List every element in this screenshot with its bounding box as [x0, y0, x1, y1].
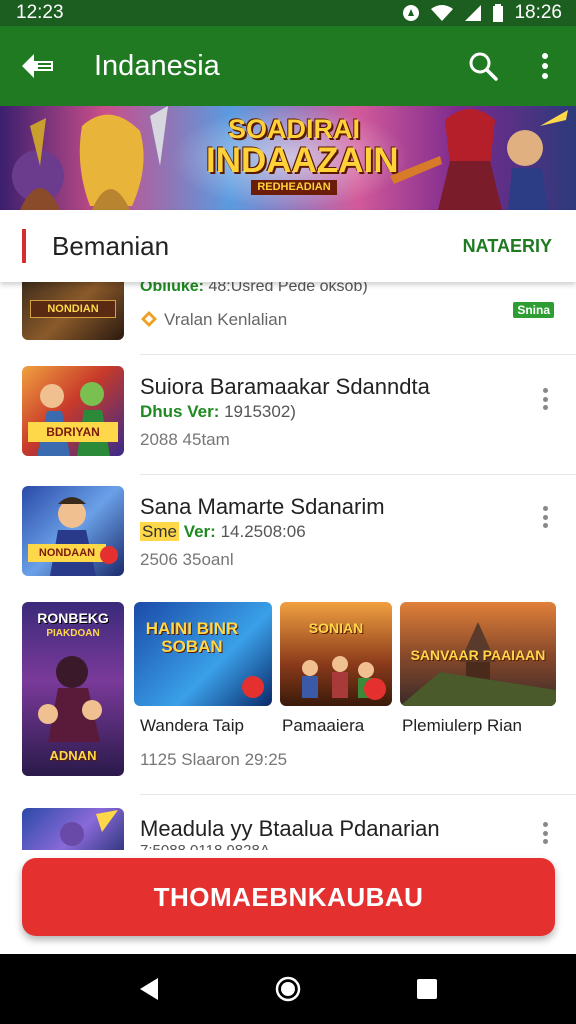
app-bar: Indanesia [0, 26, 576, 106]
status-time-left: 12:23 [16, 2, 64, 23]
app-version: Obiiuke: 48:Usred Pede oksob) [140, 282, 368, 295]
app-name: Suiora Baramaakar Sdanndta [140, 374, 430, 399]
gallery-card-label: Pamaaiera [282, 716, 365, 735]
list-item[interactable]: BDRIYAN Suiora Baramaakar Sdanndta Dhus … [0, 366, 576, 478]
item-menu-button[interactable] [536, 502, 554, 532]
app-thumbnail: BDRIYAN [22, 366, 124, 456]
divider [140, 474, 576, 475]
list-item[interactable]: NONDIAN Obiiuke: 48:Usred Pede oksob) Vr… [0, 282, 576, 364]
section-header: Bemanian NATAERIY [0, 210, 576, 282]
app-thumbnail: NONDIAN [22, 282, 124, 340]
item-menu-button[interactable] [536, 384, 554, 414]
back-arrow-icon [22, 54, 53, 78]
back-button[interactable] [0, 26, 76, 106]
app-list[interactable]: NONDIAN Obiiuke: 48:Usred Pede oksob) Vr… [0, 282, 576, 850]
wifi-icon [431, 5, 454, 21]
section-title: Bemanian [52, 230, 170, 261]
nav-home-button[interactable] [258, 959, 318, 1019]
nav-back-icon [140, 978, 159, 1000]
status-bar: 12:23 18:26 [0, 0, 576, 26]
signal-icon [465, 5, 482, 21]
app-name: Sana Mamarte Sdanarim [140, 494, 385, 519]
nav-recents-button[interactable] [397, 959, 457, 1019]
nav-recents-icon [416, 979, 437, 999]
banner-logo: SOADIRAI INDAAZAIN REDHEADIAN [206, 114, 399, 195]
diamond-icon [141, 311, 157, 327]
gallery-card-label: Plemiulerp Rian [402, 716, 522, 735]
nav-back-button[interactable] [119, 959, 179, 1019]
hero-left-illustration [12, 106, 168, 210]
system-nav-bar [0, 954, 576, 1024]
battery-icon [493, 4, 504, 22]
app-version: Sme Ver: 14.2508:06 [140, 522, 306, 541]
notification-icon [403, 5, 420, 21]
list-item[interactable]: Meadula yy Btaalua Pdanarian 7:5088 0118… [0, 808, 576, 850]
new-badge: Snina [513, 302, 554, 318]
gallery-card-label: Wandera Taip [140, 716, 244, 735]
app-version: 7:5088 0118 9828A [140, 842, 270, 850]
app-title: Indanesia [94, 49, 220, 82]
list-item[interactable]: NONDAAN Sana Mamarte Sdanarim Sme Ver: 1… [0, 486, 576, 596]
status-time-right: 18:26 [514, 2, 562, 23]
featured-gallery: RONBEKG PIAKDOAN ADNAN HAINI BINR SOBAN … [0, 602, 576, 792]
app-thumbnail [22, 808, 124, 850]
app-size: 2506 35oanl [140, 550, 234, 569]
nav-home-icon [275, 976, 301, 1002]
search-button[interactable] [452, 26, 514, 106]
app-thumbnail: NONDAAN [22, 486, 124, 576]
gallery-meta: 1125 Slaaron 29:25 [140, 750, 288, 769]
overflow-menu-icon [542, 53, 548, 79]
primary-cta-button[interactable]: THOMAEBNKAUBAU [22, 858, 555, 936]
overflow-menu-button[interactable] [514, 26, 576, 106]
divider [140, 794, 576, 795]
app-version: Dhus Ver: 1915302) [140, 402, 296, 421]
item-menu-button[interactable] [536, 818, 554, 848]
app-size: 2088 45tam [140, 430, 230, 449]
promo-banner[interactable]: SOADIRAI INDAAZAIN REDHEADIAN [0, 106, 576, 210]
divider [140, 354, 576, 355]
app-developer: Vralan Kenlalian [140, 310, 287, 330]
app-name: Meadula yy Btaalua Pdanarian [140, 816, 440, 841]
see-more-link[interactable]: NATAERIY [463, 236, 576, 257]
hero-right-illustration [390, 109, 568, 210]
search-icon [469, 52, 498, 81]
